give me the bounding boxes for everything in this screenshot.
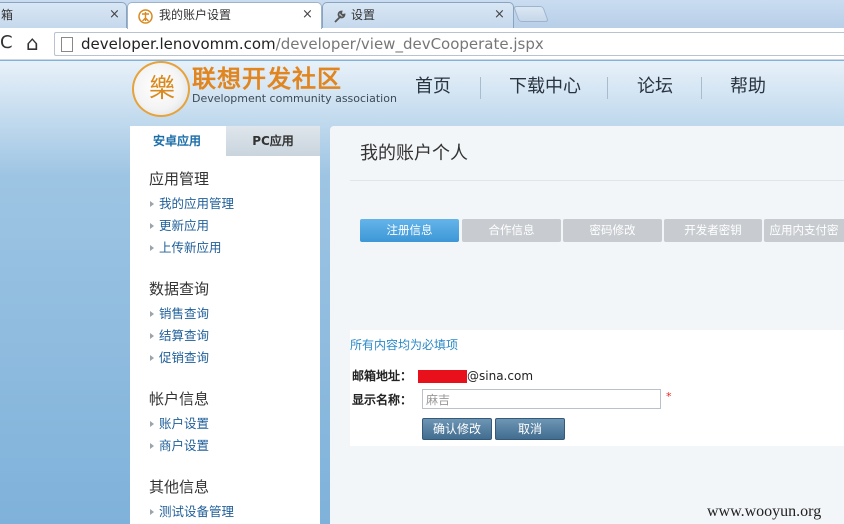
title-divider: [350, 180, 844, 181]
sidebar-item-merchant-settings[interactable]: 商户设置: [149, 435, 209, 457]
tab-cooperation-info[interactable]: 合作信息: [462, 219, 561, 242]
main-content: 我的账户个人 注册信息 合作信息 密码修改 开发者密钥 应用内支付密 所有内容均…: [330, 126, 844, 524]
sidebar-group-app-management: 应用管理 我的应用管理 更新应用 上传新应用: [149, 169, 234, 259]
display-name-input[interactable]: [422, 389, 661, 409]
platform-tabs: 安卓应用 PC应用: [130, 126, 320, 156]
registration-form: 所有内容均为必填项 邮箱地址： @sina.com 显示名称： * 确认修改 取消: [350, 330, 844, 446]
url-text: developer.lenovomm.com/developer/view_de…: [81, 34, 544, 54]
tab-close-icon[interactable]: ×: [109, 3, 120, 27]
sidebar-group-title: 其他信息: [149, 478, 210, 496]
wrench-icon: [332, 8, 347, 23]
sidebar-group-title: 帐户信息: [149, 390, 210, 408]
logo-title: 联想开发社区: [192, 65, 342, 93]
tab-developer-key[interactable]: 开发者密钥: [664, 219, 762, 242]
reload-icon[interactable]: C: [0, 32, 13, 54]
url-host: developer.lenovomm.com: [81, 35, 276, 53]
site-header: 樂 联想开发社区 Development community associati…: [130, 61, 844, 119]
tab-in-app-payment-key[interactable]: 应用内支付密: [764, 219, 844, 242]
browser-tab-account[interactable]: 我的账户设置 ×: [127, 2, 322, 29]
tab-password-change[interactable]: 密码修改: [563, 219, 662, 242]
nav-forum[interactable]: 论坛: [637, 73, 673, 101]
nav-home[interactable]: 首页: [415, 73, 451, 101]
nav-help[interactable]: 帮助: [730, 73, 766, 101]
sidebar-group-account-info: 帐户信息 账户设置 商户设置: [149, 389, 209, 457]
sidebar-item-my-apps[interactable]: 我的应用管理: [149, 193, 234, 215]
browser-tab-mail[interactable]: 箱 ×: [0, 2, 127, 28]
url-path: /developer/view_devCooperate.jspx: [275, 35, 544, 53]
confirm-button[interactable]: 确认修改: [422, 418, 492, 440]
tab-close-icon[interactable]: ×: [302, 3, 313, 27]
cancel-button[interactable]: 取消: [495, 418, 565, 440]
sidebar-group-data-query: 数据查询 销售查询 结算查询 促销查询: [149, 279, 209, 369]
sidebar-item-account-settings[interactable]: 账户设置: [149, 413, 209, 435]
browser-tab-strip: 箱 × 我的账户设置 × 设置 ×: [0, 0, 844, 29]
address-bar[interactable]: developer.lenovomm.com/developer/view_de…: [54, 32, 844, 56]
nav-divider: [480, 77, 481, 99]
tab-title: 设置: [351, 8, 376, 22]
email-row: 邮箱地址： @sina.com: [352, 366, 533, 386]
web-page: 樂 联想开发社区 Development community associati…: [0, 61, 844, 524]
watermark: www.wooyun.org: [707, 503, 822, 520]
sidebar-item-promotion-query[interactable]: 促销查询: [149, 347, 209, 369]
account-tabs: 注册信息 合作信息 密码修改 开发者密钥 应用内支付密: [360, 219, 844, 242]
site-favicon-icon: [138, 8, 153, 24]
page-icon: [61, 37, 73, 52]
browser-toolbar: C ⌂ developer.lenovomm.com/developer/vie…: [0, 28, 844, 60]
display-name-label: 显示名称：: [352, 393, 413, 407]
tab-registration-info[interactable]: 注册信息: [360, 219, 459, 242]
nav-divider: [607, 77, 608, 99]
tab-pc-apps[interactable]: PC应用: [225, 126, 320, 156]
sidebar-group-title: 应用管理: [149, 170, 210, 188]
logo-glyph: 樂: [149, 74, 176, 104]
lenovo-logo-icon[interactable]: 樂: [132, 61, 190, 117]
sidebar-item-settlement-query[interactable]: 结算查询: [149, 325, 209, 347]
required-star: *: [666, 390, 672, 403]
page-title: 我的账户个人: [360, 143, 468, 164]
nav-download[interactable]: 下载中心: [509, 73, 581, 101]
email-domain: @sina.com: [467, 369, 534, 383]
tab-title: 箱: [1, 8, 14, 22]
new-tab-button[interactable]: [513, 6, 549, 22]
sidebar-group-other-info: 其他信息 测试设备管理: [149, 477, 234, 523]
home-icon[interactable]: ⌂: [26, 32, 39, 54]
redacted-email-block: [418, 370, 468, 383]
sidebar: 安卓应用 PC应用 应用管理 我的应用管理 更新应用 上传新应用 数据查询 销售…: [130, 126, 320, 524]
tab-title: 我的账户设置: [159, 8, 232, 22]
required-note: 所有内容均为必填项: [350, 338, 459, 352]
sidebar-item-upload-app[interactable]: 上传新应用: [149, 237, 234, 259]
sidebar-group-title: 数据查询: [149, 280, 210, 298]
nav-divider: [701, 77, 702, 99]
email-label: 邮箱地址：: [352, 369, 413, 383]
tab-android-apps[interactable]: 安卓应用: [130, 126, 224, 156]
browser-tab-settings[interactable]: 设置 ×: [322, 2, 514, 28]
sidebar-item-update-app[interactable]: 更新应用: [149, 215, 234, 237]
tab-close-icon[interactable]: ×: [494, 3, 505, 27]
sidebar-item-test-devices[interactable]: 测试设备管理: [149, 501, 234, 523]
sidebar-item-sales-query[interactable]: 销售查询: [149, 303, 209, 325]
display-name-row: 显示名称：: [352, 390, 412, 410]
logo-subtitle: Development community association: [192, 92, 397, 105]
